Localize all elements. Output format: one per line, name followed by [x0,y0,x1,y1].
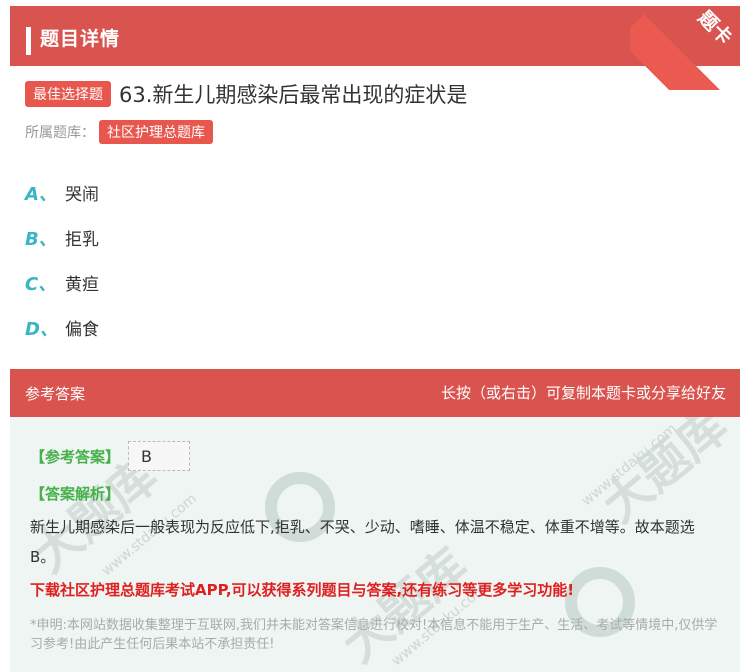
bank-link[interactable]: 社区护理总题库 [99,120,213,144]
share-hint: 长按（或右击）可复制本题卡或分享给好友 [440,384,726,402]
option-text: 哭闹 [65,185,99,205]
answer-header: 参考答案 长按（或右击）可复制本题卡或分享给好友 [10,369,740,417]
option-list: A、 哭闹 B、 拒乳 C、 黄疸 D、 偏食 [25,170,99,350]
bank-label: 所属题库： [25,125,95,141]
answer-header-title: 参考答案 [25,385,86,403]
option-d[interactable]: D、 偏食 [25,305,99,350]
page-title: 题目详情 [40,28,121,50]
ribbon-label: 题卡 [693,6,737,49]
option-c[interactable]: C、 黄疸 [25,260,99,305]
option-letter: A、 [25,183,57,205]
app-download-promo[interactable]: 下载社区护理总题库考试APP,可以获得系列题目与答案,还有练习等更多学习功能! [30,579,574,600]
question-card: 题目详情 题卡 最佳选择题 63.新生儿期感染后最常出现的症状是 所属题库： 社… [10,0,740,672]
option-letter: C、 [25,273,57,295]
option-text: 拒乳 [65,230,99,250]
corner-ribbon: 题卡 [630,0,740,90]
option-letter: D、 [25,318,58,340]
explanation-label: 【答案解析】 [30,485,121,503]
option-text: 偏食 [65,320,99,340]
option-text: 黄疸 [65,275,99,295]
question-bank-line: 所属题库： 社区护理总题库 [25,120,213,144]
question-line: 最佳选择题 63.新生儿期感染后最常出现的症状是 [25,80,467,108]
option-letter: B、 [25,228,57,250]
option-b[interactable]: B、 拒乳 [25,215,99,260]
option-a[interactable]: A、 哭闹 [25,170,99,215]
reference-answer: 【参考答案】 B [30,441,191,471]
disclaimer: *申明:本网站数据收集整理于互联网,我们并未能对答案信息进行校对!本信息不能用于… [30,618,718,652]
reference-answer-value: B [128,441,191,471]
question-text: 63.新生儿期感染后最常出现的症状是 [119,83,468,107]
header-accent-bar [26,27,31,55]
explanation-text: 新生儿期感染后一般表现为反应低下,拒乳、不哭、少动、嗜睡、体温不稳定、体重不增等… [30,518,695,566]
answer-panel: 大题库 大题库 大题库 www.stdaku.com www.stdaku.co… [10,417,740,672]
reference-answer-label: 【参考答案】 [30,447,121,466]
question-type-badge: 最佳选择题 [25,81,111,107]
